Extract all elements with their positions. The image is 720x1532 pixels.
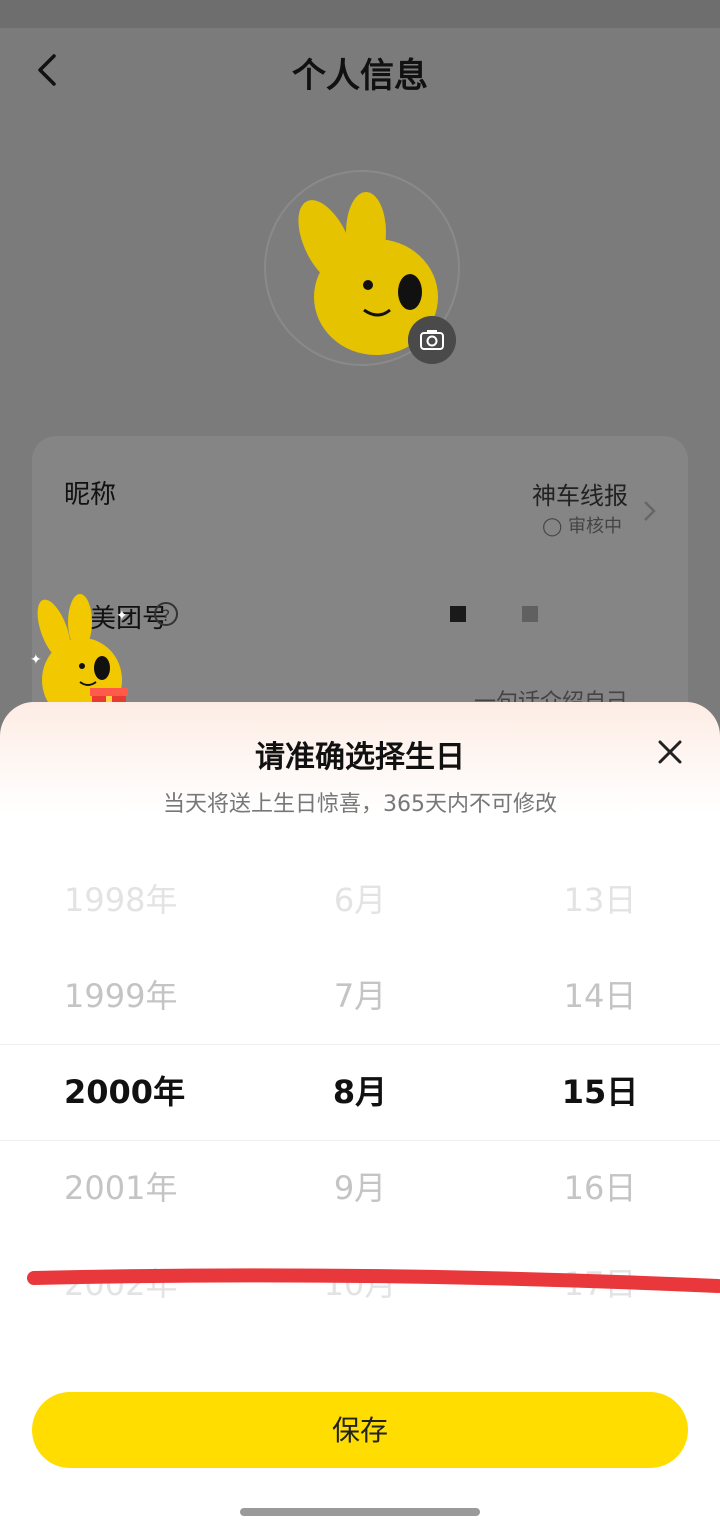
save-button[interactable]: 保存 [32, 1392, 688, 1468]
close-icon[interactable] [652, 734, 688, 770]
year-selected[interactable]: 2000年 [64, 1044, 185, 1140]
day-option[interactable]: 16日 [480, 1140, 720, 1236]
year-option[interactable]: 1998年 [64, 852, 177, 948]
svg-text:✦: ✦ [30, 652, 42, 668]
status-bar [0, 0, 720, 28]
nickname-review-status: ◯ 审核中 [542, 516, 622, 537]
month-wheel[interactable]: 6月 7月 8月 9月 10月 [240, 852, 480, 1332]
red-underline-annotation [27, 1268, 720, 1293]
sheet-subtitle: 当天将送上生日惊喜，365天内不可修改 [163, 792, 557, 817]
day-option[interactable]: 13日 [480, 852, 720, 948]
top-bar: 个人信息 [0, 28, 720, 112]
month-option[interactable]: 7月 [240, 948, 480, 1044]
redacted-mark [450, 606, 466, 622]
month-option[interactable]: 6月 [240, 852, 480, 948]
month-selected[interactable]: 8月 [240, 1044, 480, 1140]
nickname-value[interactable]: 神车线报 [532, 476, 628, 511]
day-option[interactable]: 14日 [480, 948, 720, 1044]
day-wheel[interactable]: 13日 14日 15日 16日 17日 [480, 852, 720, 1332]
year-option[interactable]: 2001年 [64, 1140, 177, 1236]
chevron-right-icon[interactable] [640, 498, 660, 524]
year-wheel[interactable]: 1998年 1999年 2000年 2001年 2002年 [0, 852, 240, 1332]
date-picker[interactable]: 1998年 1999年 2000年 2001年 2002年 6月 7月 8月 9… [0, 852, 720, 1332]
birthday-picker-sheet: 请准确选择生日 当天将送上生日惊喜，365天内不可修改 1998年 1999年 … [0, 702, 720, 1532]
redacted-mark [522, 606, 538, 622]
month-option[interactable]: 9月 [240, 1140, 480, 1236]
svg-text:✦: ✦ [116, 608, 128, 624]
sheet-title: 请准确选择生日 [255, 740, 465, 775]
camera-icon[interactable] [408, 316, 456, 364]
day-selected[interactable]: 15日 [480, 1044, 720, 1140]
home-indicator[interactable] [240, 1508, 480, 1516]
help-icon[interactable]: ? [154, 602, 178, 626]
page-title: 个人信息 [292, 56, 428, 96]
nickname-label: 昵称 [64, 480, 117, 510]
year-option[interactable]: 1999年 [64, 948, 177, 1044]
